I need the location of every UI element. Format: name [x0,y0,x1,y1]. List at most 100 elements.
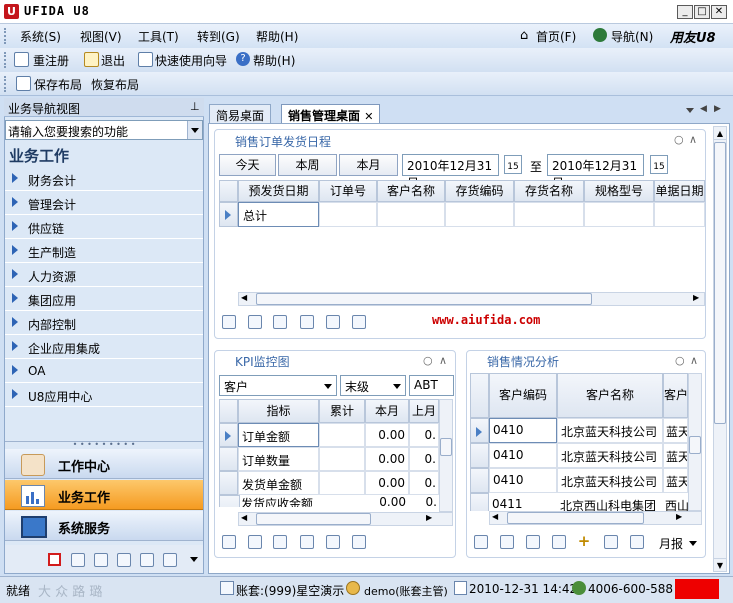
scroll-right-icon[interactable]: ▶ [426,513,432,522]
settings-icon[interactable] [163,553,177,567]
menu-view[interactable]: 视图(V) [80,28,122,45]
kpi-v-scroll-thumb[interactable] [440,438,452,456]
scroll-right-icon[interactable]: ▶ [676,512,682,521]
today-button[interactable]: 今天 [219,154,276,176]
tab-list-dropdown-icon[interactable] [686,108,694,113]
nav-item-u8-center[interactable]: U8应用中心 [5,384,203,407]
column-header[interactable]: 上月 [409,399,439,423]
row-selector[interactable] [219,202,238,227]
menu-help[interactable]: 帮助(H) [256,28,298,45]
grid-icon[interactable] [71,553,85,567]
scroll-down-icon[interactable]: ▼ [713,558,727,572]
save-layout-button[interactable]: 保存布局 [34,76,82,93]
kpi-class-select[interactable]: ABT [409,375,454,396]
nav-item-internal-control[interactable]: 内部控制 [5,312,203,335]
org-icon[interactable] [117,553,131,567]
layout-icon[interactable] [352,315,366,329]
panel-options-icon[interactable]: ○ [674,133,684,146]
scroll-left-icon[interactable]: ◀ [241,293,247,302]
nav-search-dropdown[interactable] [187,121,202,139]
image-icon[interactable] [140,553,154,567]
column-header[interactable]: 客户编码 [489,373,557,418]
nav-item-oa[interactable]: OA [5,360,203,383]
relogin-button[interactable]: 重注册 [33,52,69,69]
column-header[interactable]: 单据日期 [654,180,705,202]
nav-item-manufacturing[interactable]: 生产制造 [5,240,203,263]
print-icon[interactable] [552,535,566,549]
preview-icon[interactable] [273,535,287,549]
content-scroll-thumb[interactable] [714,142,726,424]
column-header[interactable]: 本月 [365,399,409,423]
scroll-left-icon[interactable]: ◀ [241,513,247,522]
preview-icon[interactable] [273,315,287,329]
binoculars-icon[interactable] [500,535,514,549]
minimize-button[interactable]: _ [677,5,693,19]
close-button[interactable]: ✕ [711,5,727,19]
kpi-dimension-select[interactable]: 客户 [219,375,337,396]
menu-goto[interactable]: 转到(G) [197,28,240,45]
sales-v-scroll-thumb[interactable] [689,436,701,454]
navigation-link[interactable]: 导航(N) [611,28,653,45]
schedule-scroll-thumb[interactable] [256,293,592,305]
export-icon[interactable] [604,535,618,549]
column-header[interactable]: 存货名称 [514,180,584,202]
scroll-up-icon[interactable]: ▲ [713,126,727,140]
panel-collapse-icon[interactable]: ∧ [439,354,447,367]
row-selector[interactable] [470,493,489,511]
panel-options-icon[interactable]: ○ [675,354,685,367]
row-selector[interactable] [470,418,489,443]
row-selector[interactable] [219,423,238,447]
nav-business-work-button[interactable]: 业务工作 [5,480,203,510]
refresh-icon[interactable] [222,535,236,549]
print-icon[interactable] [300,535,314,549]
row-selector[interactable] [219,471,238,495]
column-header[interactable]: 客户 [663,373,688,418]
column-header[interactable]: 指标 [238,399,319,423]
tab-simple-desktop[interactable]: 简易桌面 [209,104,272,124]
nav-item-finance[interactable]: 财务会计 [5,168,203,191]
chevron-down-icon[interactable] [689,541,697,546]
column-header[interactable]: 规格型号 [584,180,654,202]
scroll-right-icon[interactable]: ▶ [693,293,699,302]
tab-sales-desktop[interactable]: 销售管理桌面 ✕ [281,104,381,125]
kpi-level-select[interactable]: 末级 [340,375,406,396]
tab-scroll-right-icon[interactable]: ▶ [714,104,721,114]
restore-layout-button[interactable]: 恢复布局 [91,76,139,93]
nav-splitter[interactable]: • • • • • • • • • [5,441,203,449]
edit-icon[interactable] [248,535,262,549]
column-header[interactable]: 客户名称 [377,180,445,202]
refresh-icon[interactable] [222,315,236,329]
calendar-from-icon[interactable]: 15 [504,155,522,174]
row-selector[interactable] [219,495,240,507]
print-icon[interactable] [300,315,314,329]
stop-icon[interactable] [48,553,61,566]
report-period-select[interactable]: 月报 [659,535,683,552]
export-icon[interactable] [326,535,340,549]
add-icon[interactable]: + [576,533,592,549]
layout-icon[interactable] [352,535,366,549]
quick-wizard-button[interactable]: 快速使用向导 [155,52,227,69]
this-week-button[interactable]: 本周 [278,154,337,176]
nav-item-hr[interactable]: 人力资源 [5,264,203,287]
export-icon[interactable] [326,315,340,329]
nav-item-management-accounting[interactable]: 管理会计 [5,192,203,215]
exit-button[interactable]: 退出 [101,52,125,69]
column-header[interactable]: 累计 [319,399,365,423]
panel-collapse-icon[interactable]: ∧ [690,354,698,367]
date-to-input[interactable]: 2010年12月31日 [547,154,644,190]
refresh-icon[interactable] [474,535,488,549]
nav-item-group-apps[interactable]: 集团应用 [5,288,203,311]
preview-icon[interactable] [526,535,540,549]
nav-work-center-button[interactable]: 工作中心 [5,449,203,479]
pin-icon[interactable]: ⊥ [190,100,200,113]
edit-icon[interactable] [248,315,262,329]
sales-h-scroll-thumb[interactable] [507,512,644,524]
kpi-h-scroll-thumb[interactable] [256,513,371,525]
maximize-button[interactable]: □ [694,5,710,19]
help-button[interactable]: 帮助(H) [253,52,295,69]
nav-item-supply-chain[interactable]: 供应链 [5,216,203,239]
column-header[interactable]: 预发货日期 [238,180,319,202]
panel-options-icon[interactable]: ○ [423,354,433,367]
calendar-to-icon[interactable]: 15 [650,155,668,174]
menu-system[interactable]: 系统(S) [20,28,61,45]
